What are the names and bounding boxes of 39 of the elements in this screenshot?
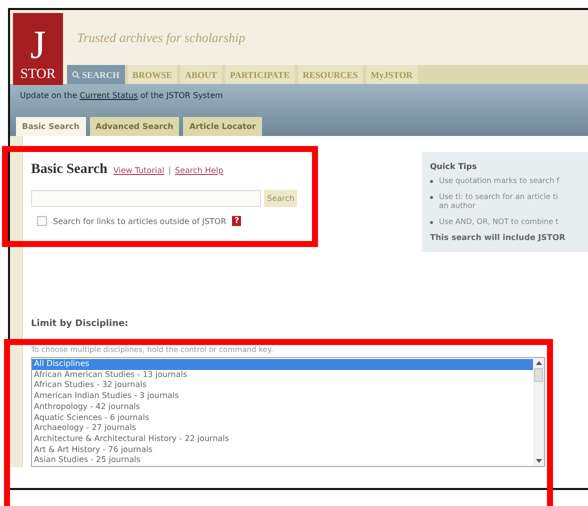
list-option[interactable]: Asian Studies - 25 journals <box>32 455 533 466</box>
scrollbar[interactable] <box>533 358 544 466</box>
scroll-thumb[interactable] <box>534 368 543 382</box>
logo-word: STOR <box>20 66 56 84</box>
search-tab[interactable]: Advanced Search <box>90 117 180 136</box>
list-option[interactable]: All Disciplines <box>32 359 533 370</box>
checkbox-label: Search for links to articles outside of JSTOR <box>53 216 226 226</box>
list-option[interactable]: Aquatic Sciences - 6 journals <box>32 412 533 424</box>
help-link[interactable]: Search Help <box>175 166 224 175</box>
status-link[interactable]: Current Status <box>80 91 138 100</box>
discipline-label: Limit by Discipline: <box>31 319 130 329</box>
link-separator: | <box>168 166 171 175</box>
list-option[interactable]: African Studies - 32 journals <box>32 380 533 392</box>
status-message: Update on the Current Status of the JSTOR System <box>19 91 224 100</box>
tagline: Trusted archives for scholarship <box>76 29 246 46</box>
search-tab[interactable]: Article Locator <box>183 117 262 136</box>
list-option[interactable]: Archaeology - 27 journals <box>32 423 533 434</box>
bullet-icon <box>430 196 433 199</box>
list-option[interactable]: African American Studies - 13 journals <box>32 370 533 380</box>
tips-footer: This search will include JSTOR <box>430 233 588 242</box>
list-option[interactable]: American Indian Studies - 3 journals <box>32 391 533 402</box>
section-title: Basic Search <box>31 162 108 178</box>
bullet-icon <box>430 180 433 183</box>
search-field[interactable] <box>31 190 261 207</box>
scroll-down-icon[interactable] <box>534 457 542 465</box>
scroll-up-icon[interactable] <box>534 359 542 367</box>
tips-title: Quick Tips <box>430 162 478 171</box>
logo-letter: J <box>30 24 46 66</box>
tutorial-link[interactable]: View Tutorial <box>113 166 164 175</box>
list-option[interactable]: Anthropology - 42 journals <box>32 402 533 413</box>
search-tab[interactable]: Basic Search <box>16 117 86 136</box>
list-option[interactable]: Art & Art History - 76 journals <box>32 444 533 456</box>
list-option[interactable]: Architecture & Architectural History - 22 journals <box>32 434 533 445</box>
bullet-icon <box>430 221 433 224</box>
checkbox[interactable] <box>37 216 47 226</box>
logo[interactable]: J STOR <box>13 13 63 85</box>
help-icon[interactable]: ? <box>232 216 242 226</box>
search-icon <box>72 70 80 78</box>
discipline-list[interactable] <box>31 357 545 467</box>
